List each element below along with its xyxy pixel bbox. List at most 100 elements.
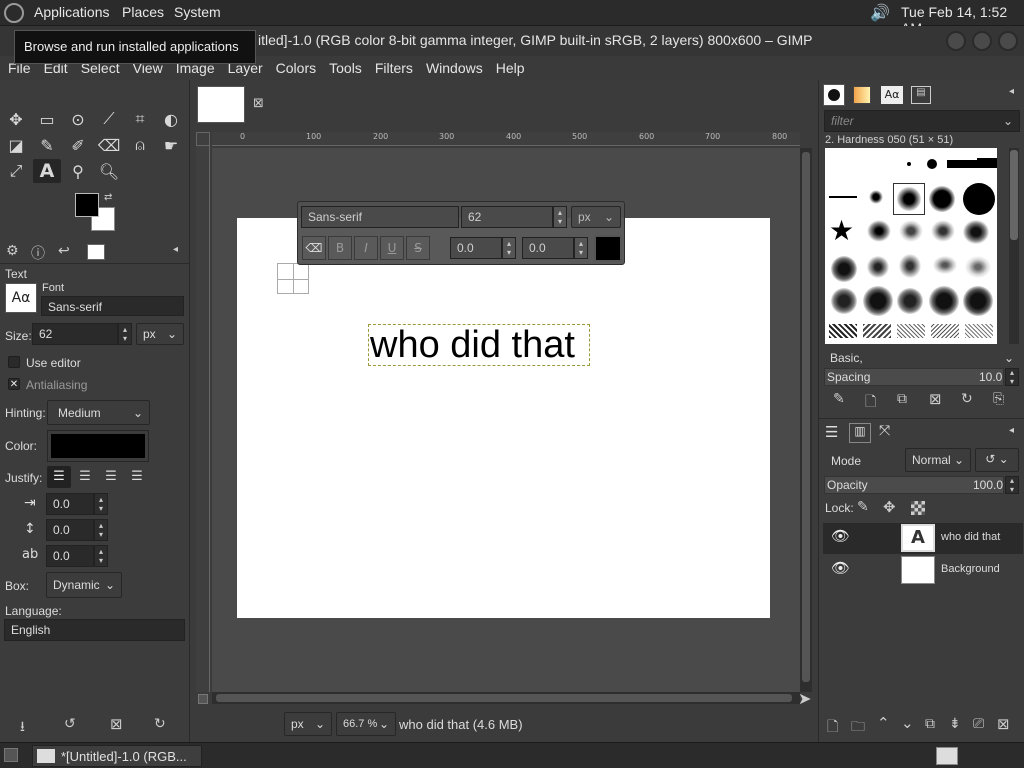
brush-grid-scrollbar[interactable] (1009, 148, 1019, 344)
minimize-button[interactable] (946, 31, 966, 51)
crop-tool-icon[interactable]: ⌗ (126, 107, 154, 131)
hinting-select[interactable]: Medium ⌄ (47, 400, 150, 425)
box-select[interactable]: Dynamic ⌄ (46, 572, 122, 598)
text-box-handle[interactable] (277, 263, 309, 294)
layer-mode-reset-button[interactable]: ↺ ⌄ (975, 448, 1019, 472)
open-brush-as-image-icon[interactable]: ⎘ (993, 391, 1004, 407)
duplicate-layer-icon[interactable]: ⧉ (925, 716, 935, 732)
menu-help[interactable]: Help (496, 60, 525, 76)
overlay-size-input[interactable]: 62 (461, 206, 553, 228)
brush-tag-select[interactable]: Basic, ⌄ (824, 348, 1020, 368)
lower-layer-icon[interactable]: ⌄ (901, 714, 914, 732)
eraser-tool-icon[interactable]: ⌫ (95, 133, 123, 157)
images-tab-icon[interactable] (87, 244, 105, 260)
layer-row[interactable]: 👁︎ Background (823, 555, 1023, 586)
text-color-button[interactable] (47, 430, 149, 462)
horizontal-ruler[interactable]: 0 100 200 300 400 500 600 700 800 (212, 132, 800, 146)
quick-mask-corner[interactable] (196, 132, 210, 146)
text-tool-icon[interactable]: A (33, 159, 61, 183)
taskbar-window-button[interactable]: *[Untitled]-1.0 (RGB... (32, 745, 202, 767)
save-tool-preset-icon[interactable]: ⭳ (20, 716, 25, 740)
patterns-tab[interactable] (853, 86, 871, 104)
dock-menu-icon[interactable]: ◂ (1009, 86, 1014, 97)
device-status-tab-icon[interactable]: ⓘ (31, 243, 45, 263)
menu-filters[interactable]: Filters (375, 60, 413, 76)
fonts-tab-icon[interactable]: Aα (881, 86, 903, 104)
restore-tool-preset-icon[interactable]: ↺ (64, 716, 76, 732)
visibility-eye-icon[interactable]: 👁︎ (831, 559, 850, 577)
undo-history-tab-icon[interactable]: ↩ (58, 243, 70, 259)
zoom-select[interactable]: 66.7 % ⌄ (336, 712, 396, 736)
tool-options-tab-icon[interactable]: ⚙ (6, 243, 19, 259)
applications-menu[interactable]: Applications (34, 4, 110, 20)
size-spinner[interactable]: ▴ ▾ (118, 323, 132, 345)
menu-colors[interactable]: Colors (276, 60, 316, 76)
spacing-spinner[interactable]: ▴ ▾ (1005, 368, 1019, 386)
lock-alpha-icon[interactable] (911, 501, 925, 515)
vertical-scrollbar[interactable] (800, 148, 812, 692)
justify-center-button[interactable]: ☰ (99, 466, 123, 488)
lock-pixels-icon[interactable]: ✎ (857, 499, 869, 515)
overlay-unit-select[interactable]: px ⌄ (571, 206, 621, 228)
layer-mode-select[interactable]: Normal ⌄ (905, 448, 971, 472)
document-history-tab-icon[interactable]: ▤ (911, 86, 931, 104)
letter-spacing-input[interactable]: 0.0 (46, 545, 94, 567)
layer-row[interactable]: 👁︎ A who did that (823, 523, 1023, 554)
new-brush-icon[interactable]: 🗋 (865, 391, 876, 415)
smudge-tool-icon[interactable]: ☛ (157, 133, 185, 157)
image-canvas[interactable] (237, 218, 770, 618)
mask-layer-icon[interactable]: ⎚ (973, 716, 984, 732)
image-tab-thumbnail[interactable] (197, 86, 245, 123)
fuzzy-select-tool-icon[interactable]: ⟋ (95, 107, 123, 131)
swap-colors-icon[interactable]: ⇄ (104, 192, 112, 203)
baseline-input[interactable]: 0.0 (450, 237, 502, 259)
layers-tab-icon[interactable]: ☰ (825, 423, 838, 441)
language-input[interactable]: English (4, 619, 185, 641)
indent-input[interactable]: 0.0 (46, 493, 94, 515)
layer-name[interactable]: who did that (941, 531, 1000, 543)
foreground-color-swatch[interactable] (75, 193, 99, 217)
lasso-tool-icon[interactable]: ⊙ (64, 107, 92, 131)
zoom-to-fit-toggle[interactable] (198, 694, 208, 704)
vertical-ruler[interactable] (196, 146, 210, 692)
menu-tools[interactable]: Tools (329, 60, 362, 76)
color-picker-tool-icon[interactable]: ⚲ (64, 159, 92, 183)
strikethrough-icon[interactable]: S (406, 236, 430, 260)
bucket-fill-tool-icon[interactable]: ◪ (2, 133, 30, 157)
justify-left-button[interactable]: ☰ (47, 466, 71, 488)
zoom-tool-icon[interactable]: 🔍︎ (95, 159, 123, 183)
use-editor-checkbox[interactable] (8, 356, 20, 368)
bold-icon[interactable]: B (328, 236, 352, 260)
size-unit-select[interactable]: px ⌄ (136, 323, 184, 345)
move-tool-icon[interactable]: ✥ (2, 107, 30, 131)
kerning-spinner[interactable]: ▴ ▾ (574, 237, 588, 259)
workspace-switcher[interactable] (936, 747, 958, 765)
clone-tool-icon[interactable]: ⍝ (126, 133, 154, 157)
distro-logo-icon[interactable] (4, 3, 24, 23)
unit-select[interactable]: px ⌄ (284, 712, 332, 736)
paths-tab-icon[interactable]: ⤧ (879, 423, 890, 439)
visibility-eye-icon[interactable]: 👁︎ (831, 527, 850, 545)
antialiasing-checkbox[interactable]: ✕ (8, 378, 20, 390)
overlay-color-button[interactable] (594, 235, 622, 262)
navigate-icon[interactable]: ➤ (798, 689, 811, 708)
dock-menu-icon[interactable]: ◂ (173, 244, 178, 255)
line-spacing-input[interactable]: 0.0 (46, 519, 94, 541)
clear-style-icon[interactable]: ⌫ (302, 236, 326, 260)
italic-icon[interactable]: I (354, 236, 378, 260)
paintbrush-tool-icon[interactable]: ✎ (33, 133, 61, 157)
volume-icon[interactable]: 🔊 (870, 3, 890, 22)
indent-spinner[interactable]: ▴ ▾ (94, 493, 108, 515)
refresh-brushes-icon[interactable]: ↻ (961, 391, 973, 407)
size-input[interactable]: 62 (32, 323, 118, 345)
opacity-spinner[interactable]: ▴ ▾ (1005, 476, 1019, 494)
lock-position-icon[interactable]: ✥ (883, 498, 896, 516)
brush-grid[interactable]: ★ (825, 148, 997, 344)
delete-brush-icon[interactable]: ⊠ (929, 390, 942, 408)
menu-windows[interactable]: Windows (426, 60, 483, 76)
delete-layer-icon[interactable]: ⊠ (997, 715, 1010, 733)
justify-fill-button[interactable]: ☰ (125, 466, 149, 488)
maximize-button[interactable] (972, 31, 992, 51)
paths-tool-icon[interactable]: ⤢ (2, 159, 30, 183)
font-input[interactable]: Sans-serif (41, 296, 184, 316)
